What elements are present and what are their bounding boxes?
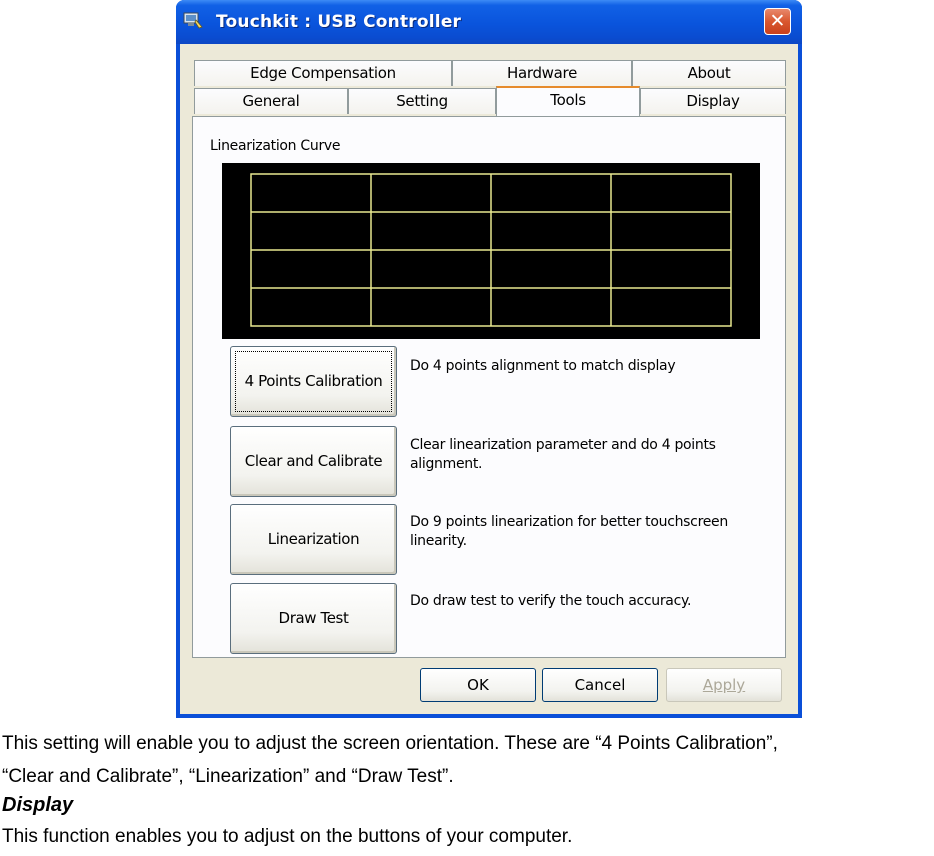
- button-label: Linearization: [267, 530, 360, 548]
- button-label: Clear and Calibrate: [244, 452, 383, 470]
- tab-setting[interactable]: Setting: [348, 88, 496, 114]
- linearization-grid: [250, 173, 732, 327]
- linearization-curve-display: [222, 163, 760, 339]
- window-title: Touchkit : USB Controller: [216, 12, 462, 32]
- tab-about[interactable]: About: [632, 60, 786, 86]
- touchkit-app-icon: [183, 12, 203, 29]
- linearization-curve-label: Linearization Curve: [210, 138, 341, 154]
- title-bar[interactable]: Touchkit : USB Controller ✕: [176, 0, 802, 44]
- tab-hardware[interactable]: Hardware: [452, 60, 632, 86]
- tab-tools[interactable]: Tools: [496, 86, 640, 116]
- linearization-button[interactable]: Linearization: [230, 504, 397, 575]
- clear-and-calibrate-button[interactable]: Clear and Calibrate: [230, 426, 397, 497]
- document-paragraph-line-1: This setting will enable you to adjust t…: [2, 733, 778, 754]
- draw-test-button[interactable]: Draw Test: [230, 583, 397, 654]
- close-icon: ✕: [769, 10, 786, 32]
- focus-ring: [235, 351, 392, 412]
- tab-edge-compensation[interactable]: Edge Compensation: [194, 60, 452, 86]
- cancel-button[interactable]: Cancel: [542, 668, 658, 702]
- document-paragraph-line-3: This function enables you to adjust on t…: [2, 826, 573, 847]
- close-button[interactable]: ✕: [764, 8, 791, 35]
- linearization-description: Do 9 points linearization for better tou…: [410, 514, 728, 549]
- document-paragraph-line-2: “Clear and Calibrate”, “Linearization” a…: [2, 766, 454, 787]
- dialog-client-area: Edge Compensation Hardware About General…: [180, 44, 798, 714]
- clear-and-calibrate-description: Clear linearization parameter and do 4 p…: [410, 437, 716, 472]
- dialog-window: Touchkit : USB Controller ✕ Edge Compens…: [176, 0, 802, 718]
- button-label: Draw Test: [278, 609, 349, 627]
- four-points-calibration-description: Do 4 points alignment to match display: [410, 358, 676, 374]
- draw-test-description: Do draw test to verify the touch accurac…: [410, 593, 692, 609]
- section-heading: Display: [2, 794, 74, 816]
- tab-general[interactable]: General: [194, 88, 348, 114]
- tab-display[interactable]: Display: [640, 88, 786, 114]
- apply-button[interactable]: Apply: [666, 668, 782, 702]
- four-points-calibration-button[interactable]: 4 Points Calibration: [230, 346, 397, 417]
- button-label: Apply: [702, 676, 746, 694]
- ok-button[interactable]: OK: [420, 668, 536, 702]
